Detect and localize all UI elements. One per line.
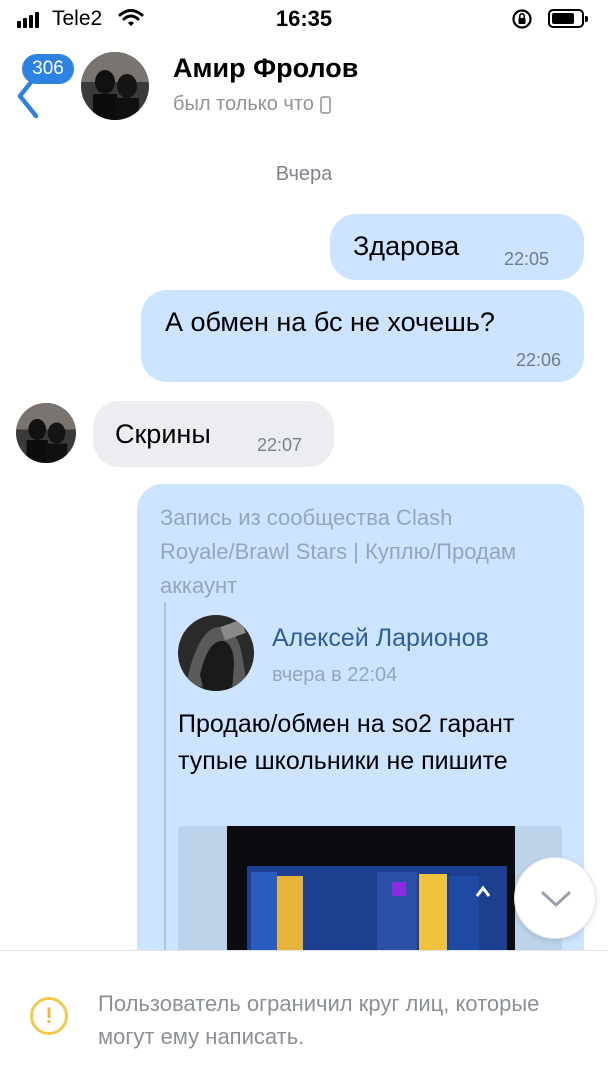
message-bubble[interactable]: Скрины 22:07: [93, 401, 334, 467]
post-author-avatar[interactable]: [178, 615, 254, 691]
back-button[interactable]: 306: [14, 54, 76, 119]
warning-icon: !: [30, 997, 68, 1035]
message-time: 22:05: [504, 249, 550, 269]
restriction-notice: Пользователь ограничил круг лиц, которые…: [98, 991, 540, 1049]
post-date: вчера в 22:04: [272, 664, 398, 686]
date-divider: Вчера: [275, 163, 333, 185]
scroll-to-bottom-button[interactable]: [514, 857, 596, 939]
message-time: 22:07: [257, 435, 303, 455]
phone-icon: [319, 95, 331, 114]
contact-status: был только что: [173, 93, 331, 116]
message-text: Здарова: [353, 231, 460, 261]
contact-name[interactable]: Амир Фролов: [173, 53, 358, 84]
repost-source[interactable]: Запись из сообщества Clash Royale/Brawl …: [160, 501, 570, 603]
write-restriction-panel: ! Пользователь ограничил круг лиц, котор…: [0, 950, 608, 1080]
message-text: А обмен на бс не хочешь?: [165, 307, 495, 337]
message-bubble[interactable]: Здарова 22:05: [330, 214, 584, 280]
back-chevron-icon: [17, 73, 39, 119]
chat-header: 306 Амир Фролов был только что: [0, 40, 608, 130]
battery-icon: [548, 9, 588, 28]
chevron-down-icon: [541, 891, 571, 907]
rotation-lock-icon: [512, 9, 532, 29]
contact-avatar[interactable]: [81, 52, 149, 120]
post-author-name[interactable]: Алексей Ларионов: [272, 624, 489, 653]
sender-avatar[interactable]: [16, 403, 76, 463]
repost-divider: [164, 602, 166, 982]
post-text: Продаю/обмен на so2 гарант тупые школьни…: [178, 710, 515, 775]
contact-status-text: был только что: [173, 93, 314, 115]
message-bubble[interactable]: А обмен на бс не хочешь? 22:06: [141, 290, 584, 382]
message-text: Скрины: [115, 419, 211, 449]
status-bar: Tele2 16:35: [0, 0, 608, 40]
message-time: 22:06: [515, 350, 561, 370]
